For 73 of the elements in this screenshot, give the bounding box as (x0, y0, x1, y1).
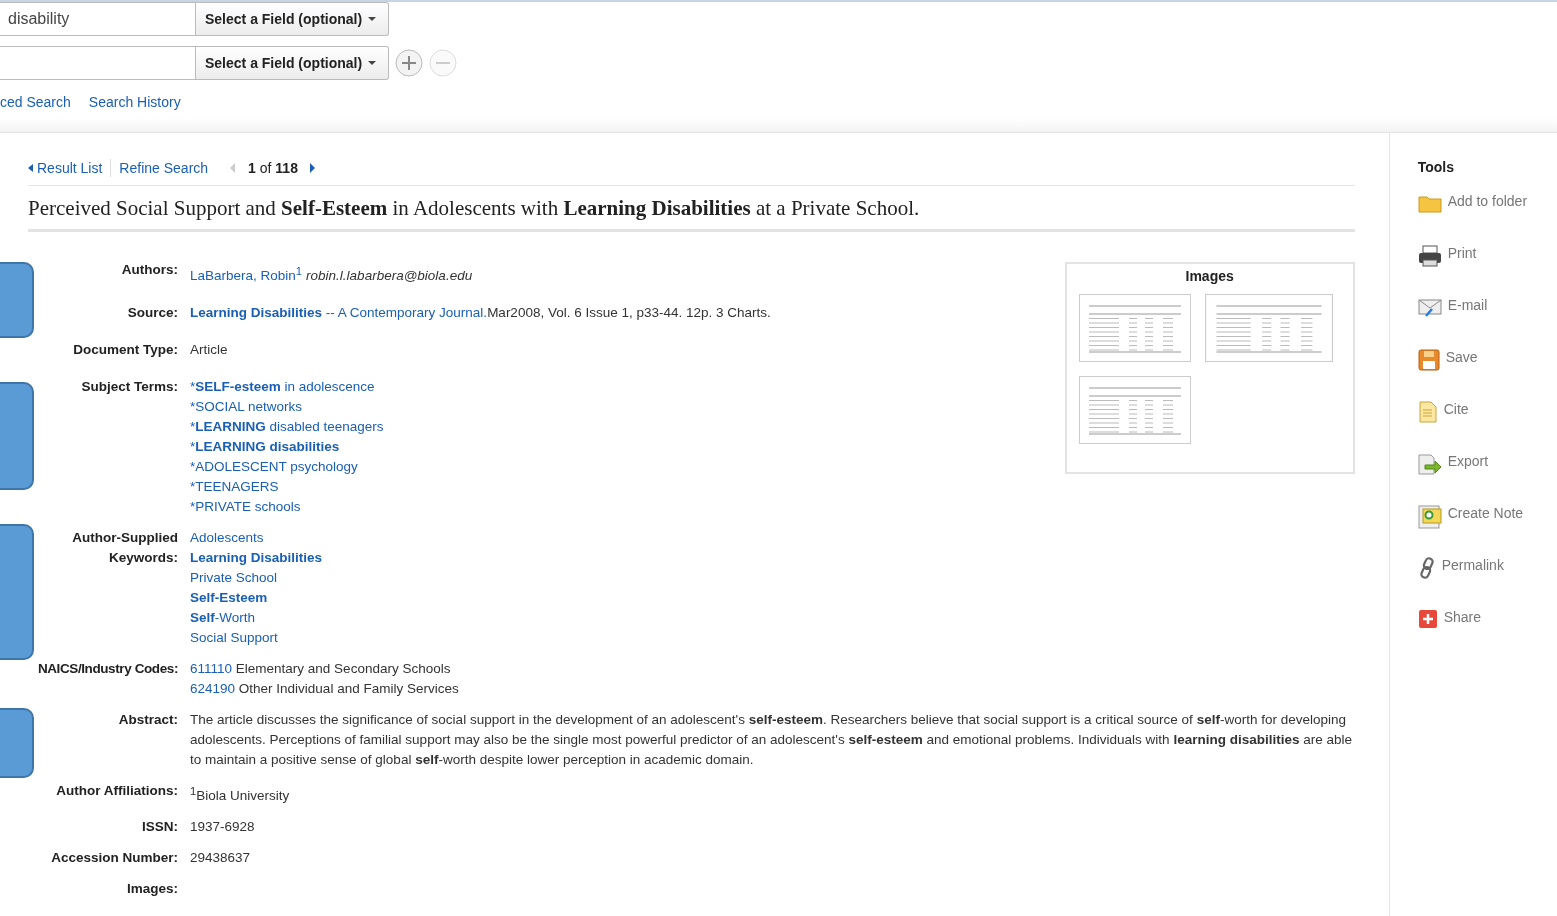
next-icon[interactable] (309, 163, 316, 173)
refine-search-link[interactable]: Refine Search (119, 160, 209, 176)
code-description: Elementary and Secondary Schools (235, 660, 451, 676)
field-label: Document Type: (72, 340, 179, 359)
folder-icon (1417, 193, 1442, 213)
code-link[interactable]: 611110 (190, 660, 233, 676)
field-label: Abstract: (117, 710, 179, 729)
term-link[interactable]: *SOCIAL networks (190, 398, 303, 414)
tool-link[interactable]: Create Note (1417, 505, 1557, 557)
result-list-link[interactable]: Result List (28, 160, 103, 176)
tool-link[interactable]: Export (1417, 453, 1557, 505)
term-link[interactable]: Social Support (190, 629, 278, 645)
field-value: $^{1}$Biola University (190, 788, 290, 803)
table-thumbnail[interactable] (1078, 376, 1191, 444)
field-value: 1937-6928 (190, 819, 255, 834)
tool-link[interactable]: E-mail (1417, 297, 1557, 349)
term-link[interactable]: Private School (190, 569, 278, 585)
author-email: robin.l.labarbera@biola.edu (306, 267, 473, 283)
field-value: Article (190, 341, 228, 357)
tools-heading: Tools (1417, 159, 1455, 175)
term-link[interactable]: Learning Disabilities (190, 549, 323, 565)
term-link[interactable]: *ADOLESCENT psychology (190, 458, 358, 474)
tool-link[interactable]: Cite (1417, 401, 1557, 453)
table-thumbnail[interactable] (1204, 294, 1333, 362)
document-icon (1417, 401, 1438, 423)
field-label: Author Affiliations: (55, 781, 179, 800)
code-description: Other Individual and Family Services (238, 680, 459, 696)
term-link[interactable]: *LEARNING disabilities (190, 438, 340, 454)
author-link[interactable]: LaBarbera, Robin$^{1}$ (190, 267, 303, 283)
add-row-icon[interactable] (395, 49, 424, 77)
term-link[interactable]: Self-Worth (190, 609, 256, 625)
tool-link[interactable]: Save (1417, 349, 1557, 401)
field-label: Accession Number: (50, 849, 179, 867)
search-link[interactable]: Search History (88, 94, 181, 110)
field-label: ISSN: (141, 818, 179, 836)
field-label: Authors: (120, 261, 179, 279)
search-link[interactable]: ced Search (0, 94, 71, 110)
result-position: 1 of 118 (248, 160, 298, 176)
term-link[interactable]: *LEARNING disabled teenagers (190, 418, 384, 434)
term-link[interactable]: Adolescents (190, 529, 264, 545)
search-field[interactable]: disability (0, 2, 196, 36)
field-label: Subject Terms: (80, 377, 179, 396)
article-title: Perceived Social Support and Self-Esteem in Adolescents with Learning Disabilities at a Private School. (28, 196, 1355, 232)
remove-row-icon[interactable] (429, 49, 458, 77)
field-label: Source: (126, 303, 179, 322)
envelope-icon (1417, 297, 1442, 317)
share-icon (1417, 609, 1438, 629)
field-value: 29438637 (190, 850, 251, 865)
search-field[interactable] (0, 46, 196, 80)
field-value: The article discusses the significance of social support in the development of an adolescent's self-esteem. Researchers believe that social support is a critical source of self-worth for developing adolescents. Perceptions of familial support may also be the single most powerful predictor of an adolescent's self-esteem and emotional problems. Individuals with learning disabilities are able to maintain a positive sense of global self-worth despite lower perception in academic domain. (190, 711, 1352, 767)
previous-icon[interactable] (230, 163, 237, 173)
code-link[interactable]: 624190 (190, 680, 236, 696)
term-link[interactable]: *SELF-esteem in adolescence (190, 378, 375, 394)
source-details: Mar2008, Vol. 6 Issue 1, p33-44. 12p. 3 Charts. (487, 304, 771, 320)
term-link[interactable]: Self-Esteem (190, 589, 268, 605)
tool-link[interactable]: Permalink (1417, 557, 1557, 609)
source-link[interactable]: Learning Disabilities -- A Contemporary Journal. (190, 304, 488, 320)
chain-link-icon (1417, 557, 1436, 579)
images-heading: Images (1184, 268, 1235, 284)
tool-link[interactable]: Add to folder (1417, 193, 1557, 245)
table-thumbnail[interactable] (1078, 294, 1191, 362)
field-label: Author-Supplied Keywords: (71, 528, 179, 567)
tool-link[interactable]: Print (1417, 245, 1557, 297)
term-link[interactable]: *PRIVATE schools (190, 498, 301, 514)
term-link[interactable]: *TEENAGERS (190, 478, 279, 494)
field-label: Images: (125, 880, 179, 898)
export-icon (1417, 453, 1442, 475)
field-dropdown[interactable]: Select a Field (optional) (196, 46, 390, 80)
tool-link[interactable]: Share (1417, 609, 1557, 661)
field-label: NAICS/Industry Codes: (36, 659, 179, 678)
note-icon (1417, 505, 1442, 529)
field-dropdown[interactable]: Select a Field (optional) (196, 2, 390, 36)
printer-icon (1417, 245, 1442, 267)
